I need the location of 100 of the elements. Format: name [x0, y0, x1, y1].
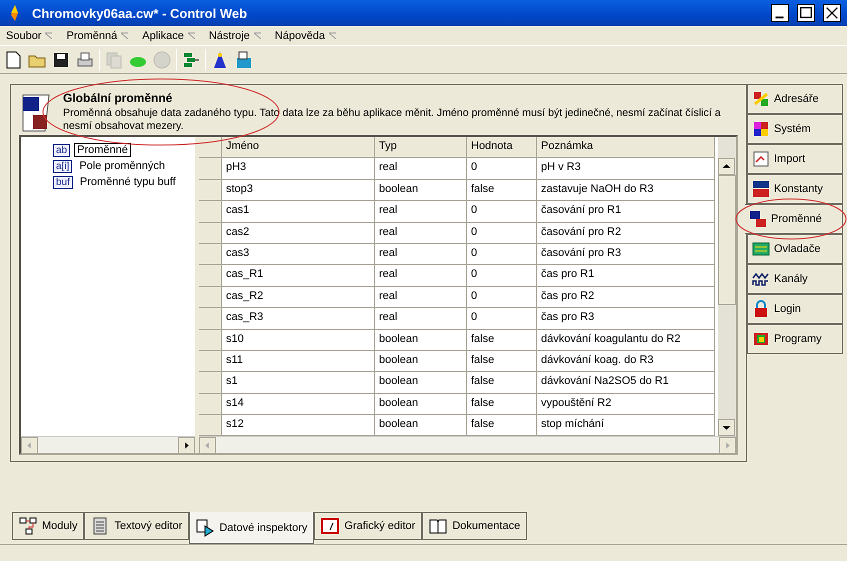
menu-item[interactable]: Aplikace [142, 30, 195, 42]
side-tab[interactable]: Kanály [747, 264, 843, 294]
table-cell: 0 [467, 244, 537, 266]
row-header[interactable] [199, 286, 222, 308]
section-title: Globální proměnné [63, 91, 174, 105]
table-cell: cas2 [222, 222, 375, 244]
row-header[interactable] [199, 394, 222, 416]
bottom-tab[interactable]: Datové inspektory [189, 512, 314, 544]
bottom-tab[interactable]: Textový editor [84, 512, 190, 540]
menu-item[interactable]: Soubor [6, 30, 52, 42]
tree-item[interactable]: Proměnné [74, 143, 131, 157]
table-cell: 0 [467, 286, 537, 308]
row-header[interactable] [199, 330, 222, 351]
row-header[interactable] [199, 158, 222, 180]
box-icon[interactable] [234, 50, 254, 70]
table-cell: cas_R3 [222, 308, 375, 330]
tree-item-icon: buf [53, 176, 73, 188]
table-cell: dávkování Na2SO5 do R1 [537, 372, 715, 394]
row-header[interactable] [199, 372, 222, 394]
bottom-tab[interactable]: Dokumentace [422, 512, 528, 540]
scroll-up-icon[interactable] [718, 158, 735, 175]
tree-item[interactable]: Proměnné typu buff [76, 175, 179, 189]
scroll-down-icon[interactable] [718, 419, 735, 436]
column-header[interactable]: Hodnota [467, 137, 537, 158]
scroll-right-icon[interactable] [178, 436, 195, 454]
table-cell: boolean [375, 330, 467, 351]
side-tab[interactable]: Ovladače [747, 234, 843, 264]
caret-icon [45, 32, 52, 39]
table-cell: boolean [375, 394, 467, 416]
minimize-icon[interactable] [771, 4, 789, 22]
caret-icon [121, 32, 128, 39]
tree-item-icon: ab [53, 144, 70, 156]
row-header[interactable] [199, 201, 222, 223]
maximize-icon[interactable] [797, 4, 815, 22]
scroll-thumb[interactable] [718, 175, 736, 305]
table-cell: dávkování koag. do R3 [537, 350, 715, 372]
side-tab[interactable]: Adresáře [747, 84, 843, 114]
table-cell: real [375, 286, 467, 308]
row-header[interactable] [199, 350, 222, 372]
close-icon[interactable] [823, 4, 841, 22]
caret-icon [254, 32, 261, 39]
row-header[interactable] [199, 265, 222, 287]
table-cell: 0 [467, 308, 537, 330]
table-cell: real [375, 158, 467, 180]
table-cell: real [375, 308, 467, 330]
table-cell: zastavuje NaOH do R3 [537, 180, 715, 202]
caret-icon [328, 32, 336, 39]
table-cell: časování pro R1 [537, 201, 715, 223]
side-tab[interactable]: Systém [747, 114, 843, 144]
table-cell: stop3 [222, 180, 375, 202]
horizontal-scrollbar[interactable] [21, 436, 195, 454]
menu-item[interactable]: Proměnná [66, 30, 128, 42]
row-header[interactable] [199, 180, 222, 202]
table-cell: 0 [467, 201, 537, 223]
diagram-icon [19, 517, 37, 535]
table-cell: pH3 [222, 158, 375, 180]
table-cell: boolean [375, 350, 467, 372]
variables-icon [749, 210, 767, 228]
table-cell: real [375, 201, 467, 223]
bottom-tab[interactable]: Moduly [12, 512, 84, 540]
column-header[interactable]: Jméno [222, 137, 375, 158]
side-tab[interactable]: Login [747, 294, 843, 324]
print-icon[interactable] [75, 50, 95, 70]
side-tab[interactable]: Import [747, 144, 843, 174]
bottom-tab[interactable]: Grafický editor [314, 512, 422, 540]
column-header[interactable]: Poznámka [537, 137, 715, 158]
tree-item[interactable]: Pole proměnných [76, 159, 168, 173]
table-cell: 0 [467, 158, 537, 180]
row-header[interactable] [199, 308, 222, 330]
row-header[interactable] [199, 222, 222, 244]
constants-icon [752, 180, 770, 198]
side-tab[interactable]: Programy [747, 324, 843, 354]
table-cell: false [467, 350, 537, 372]
menu-item[interactable]: Nápověda [274, 30, 336, 42]
side-tab[interactable]: Konstanty [747, 174, 843, 204]
table-cell: s1 [222, 372, 375, 394]
data-arrow-icon [196, 518, 214, 536]
import-icon [752, 150, 770, 168]
table-cell: real [375, 244, 467, 266]
table-cell: cas_R2 [222, 286, 375, 308]
wave-icon [752, 270, 770, 288]
table-cell: real [375, 222, 467, 244]
column-header[interactable]: Typ [375, 137, 467, 158]
table-cell: cas3 [222, 244, 375, 266]
table-cell: boolean [375, 180, 467, 202]
puzzle-icon [752, 90, 770, 108]
vertical-scrollbar[interactable] [718, 137, 736, 436]
table-cell: 0 [467, 222, 537, 244]
table-cell: časování pro R3 [537, 244, 715, 266]
window-icon [752, 330, 770, 348]
table-cell: false [467, 180, 537, 202]
table-cell: čas pro R1 [537, 265, 715, 287]
table-cell: pH v R3 [537, 158, 715, 180]
circuit-board-icon [752, 240, 770, 258]
gauge-icon [321, 517, 340, 535]
scroll-left-icon[interactable] [21, 436, 38, 454]
table-cell: čas pro R2 [537, 286, 715, 308]
row-header[interactable] [199, 244, 222, 266]
side-tab[interactable]: Proměnné [745, 204, 843, 234]
menu-item[interactable]: Nástroje [208, 30, 261, 42]
